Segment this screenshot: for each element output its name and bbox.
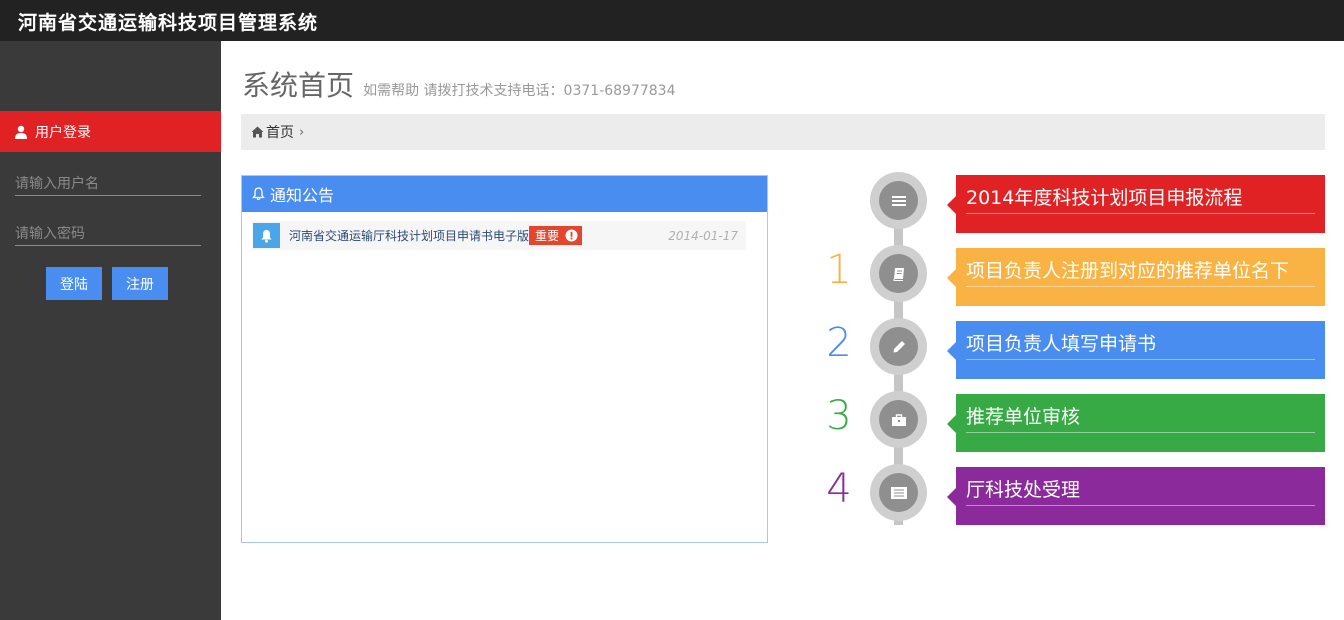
sidebar: 用户登录 登陆 注册 xyxy=(0,41,221,620)
alert-icon xyxy=(565,229,578,242)
divider xyxy=(966,505,1315,506)
notice-header-label: 通知公告 xyxy=(270,186,335,205)
app-title: 河南省交通运输科技项目管理系统 xyxy=(18,12,319,34)
breadcrumb-home-link[interactable]: 首页 xyxy=(266,122,294,142)
username-input[interactable] xyxy=(15,172,201,196)
briefcase-icon xyxy=(879,400,918,439)
register-button[interactable]: 注册 xyxy=(112,267,168,300)
step-1-label: 项目负责人注册到对应的推荐单位名下 xyxy=(966,260,1290,282)
divider xyxy=(966,213,1315,214)
password-input[interactable] xyxy=(15,222,201,246)
step-4-label: 厅科技处受理 xyxy=(966,479,1081,501)
timeline-step-4-circle xyxy=(870,464,927,521)
step-number-1: 1 xyxy=(826,247,852,293)
notice-bell-icon xyxy=(253,223,280,248)
step-number-2: 2 xyxy=(826,320,852,366)
timeline-step-3-circle xyxy=(870,391,927,448)
notice-header: 通知公告 xyxy=(242,176,767,212)
divider xyxy=(966,286,1315,287)
notice-item[interactable]: 河南省交通运输厅科技计划项目申请书电子版 重要 2014-01-17 xyxy=(252,221,746,250)
important-badge: 重要 xyxy=(529,226,583,245)
home-icon xyxy=(251,126,264,138)
divider xyxy=(966,432,1315,433)
timeline-step-4-box: 厅科技处受理 xyxy=(947,467,1325,525)
support-phone-text: 如需帮助 请拨打技术支持电话：0371-68977834 xyxy=(363,83,676,99)
timeline-step-1-circle xyxy=(870,245,927,302)
step-number-3: 3 xyxy=(826,393,852,439)
page-title: 系统首页 xyxy=(242,69,355,102)
login-button[interactable]: 登陆 xyxy=(46,267,102,300)
book-icon xyxy=(879,254,918,293)
step-2-label: 项目负责人填写申请书 xyxy=(966,333,1157,355)
step-number-4: 4 xyxy=(826,466,852,512)
step-3-label: 推荐单位审核 xyxy=(966,406,1081,428)
timeline-step-3-box: 推荐单位审核 xyxy=(947,394,1325,452)
bell-icon xyxy=(252,187,265,201)
breadcrumb-separator: › xyxy=(299,124,305,140)
timeline-step-2-circle xyxy=(870,318,927,375)
breadcrumb: 首页 › xyxy=(241,114,1325,150)
divider xyxy=(966,359,1315,360)
notice-item-date: 2014-01-17 xyxy=(668,228,738,243)
login-header: 用户登录 xyxy=(0,111,221,152)
timeline-header-box: 2014年度科技计划项目申报流程 xyxy=(947,175,1325,233)
top-bar: 河南省交通运输科技项目管理系统 xyxy=(0,0,1344,41)
login-header-label: 用户登录 xyxy=(35,124,91,141)
important-badge-label: 重要 xyxy=(535,229,560,243)
notice-panel: 通知公告 河南省交通运输厅科技计划项目申请书电子版 重要 2014-01-17 xyxy=(241,175,768,543)
user-icon xyxy=(15,125,27,139)
pencil-icon xyxy=(879,327,918,366)
timeline-header-label: 2014年度科技计划项目申报流程 xyxy=(966,187,1243,209)
timeline-step-1-box: 项目负责人注册到对应的推荐单位名下 xyxy=(947,248,1325,306)
page-heading: 系统首页 如需帮助 请拨打技术支持电话：0371-68977834 xyxy=(242,64,676,104)
notice-item-title[interactable]: 河南省交通运输厅科技计划项目申请书电子版 xyxy=(289,227,529,244)
timeline-step-2-box: 项目负责人填写申请书 xyxy=(947,321,1325,379)
timeline-header-circle xyxy=(870,172,927,229)
list-icon xyxy=(879,181,918,220)
document-list-icon xyxy=(879,473,918,512)
